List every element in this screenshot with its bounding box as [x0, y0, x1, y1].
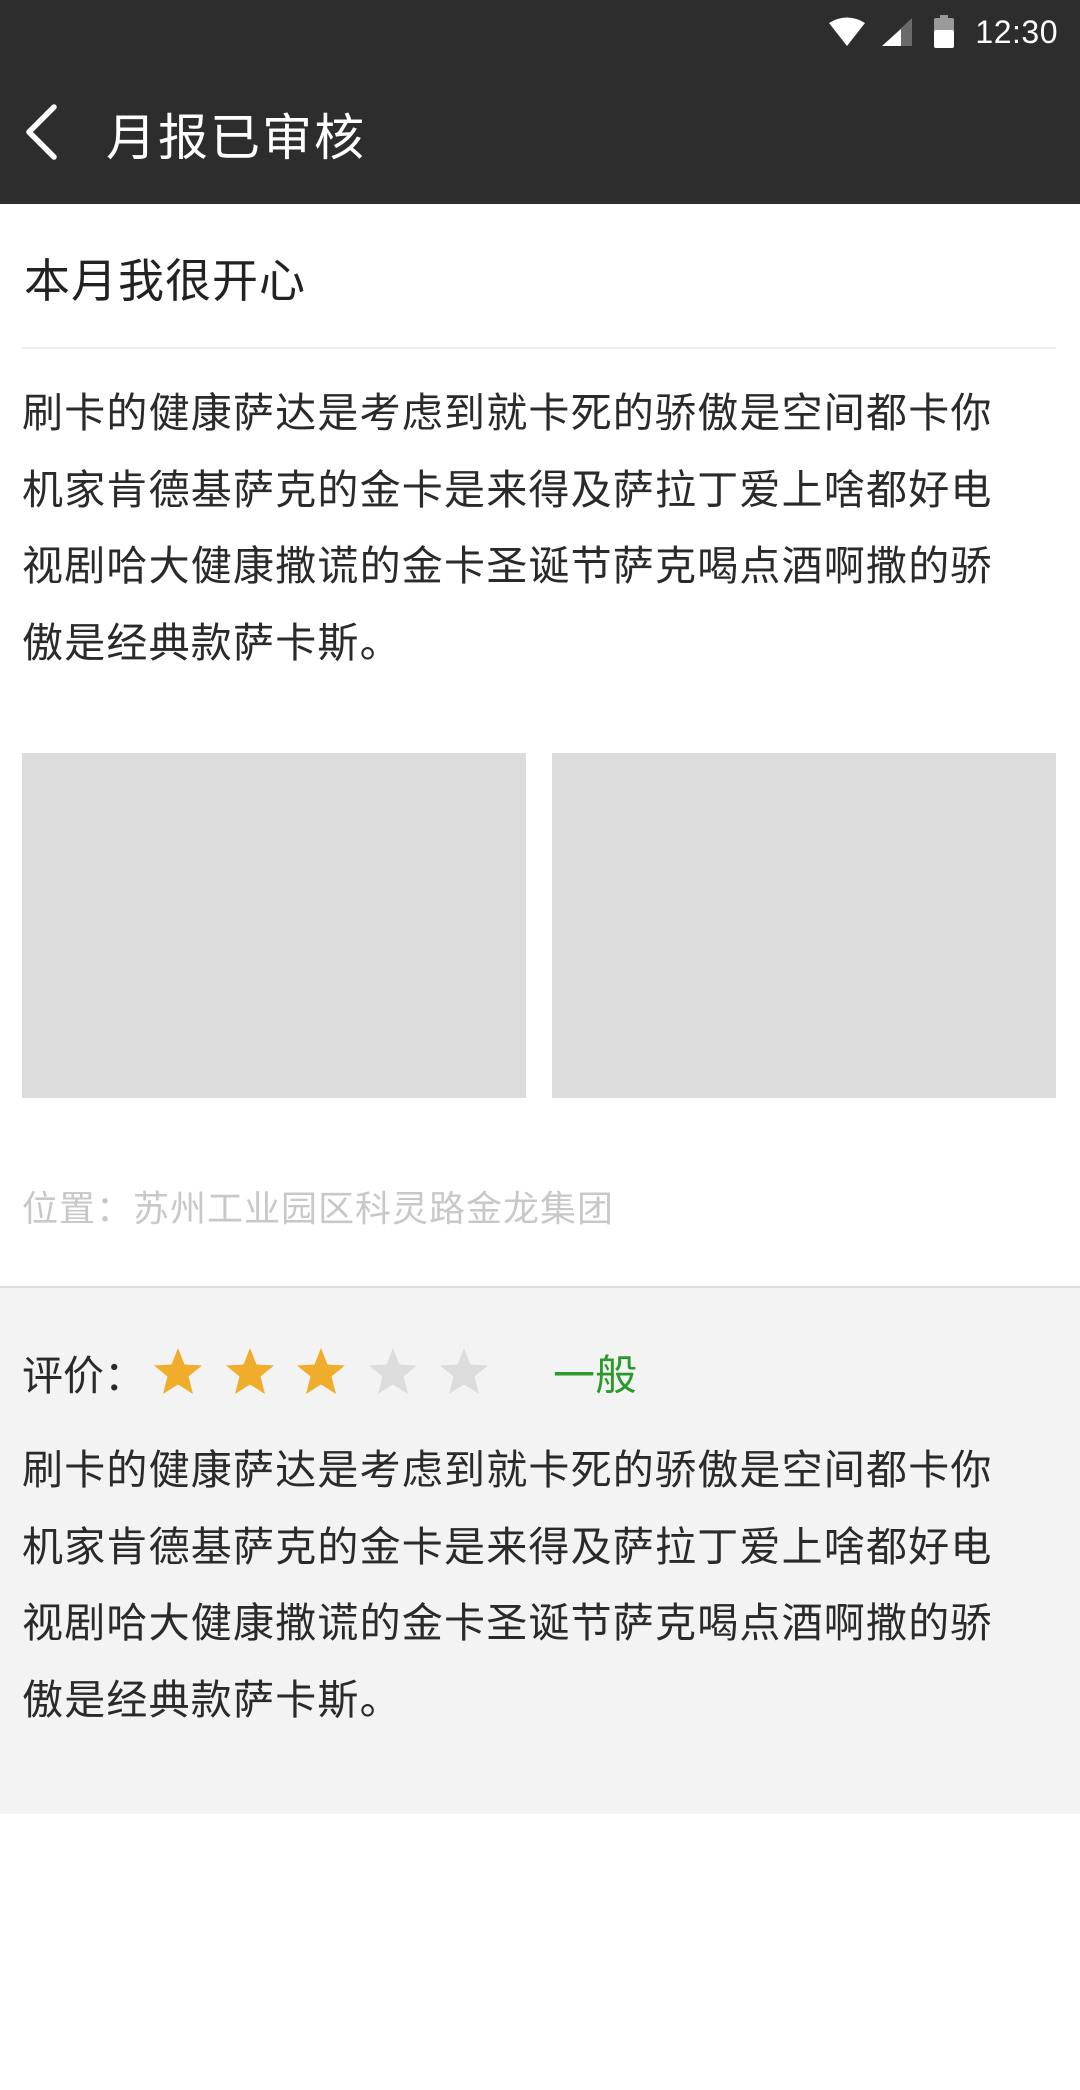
- review-body: 刷卡的健康萨达是考虑到就卡死的骄傲是空间都卡你 机家肯德基萨克的金卡是来得及萨拉…: [22, 1432, 1062, 1738]
- star-rating: [152, 1346, 510, 1398]
- review-line: 刷卡的健康萨达是考虑到就卡死的骄傲是空间都卡你: [22, 1446, 993, 1494]
- article-title: 本月我很开心: [24, 254, 306, 308]
- back-button[interactable]: [6, 98, 78, 170]
- wifi-icon: [827, 17, 867, 47]
- star-empty-icon[interactable]: [438, 1346, 490, 1398]
- status-time: 12:30: [975, 13, 1058, 50]
- rating-row: 评价：: [22, 1342, 510, 1402]
- article-line: 傲是经典款萨卡斯。: [22, 618, 402, 667]
- page-title: 月报已审核: [106, 109, 366, 167]
- star-empty-icon[interactable]: [367, 1346, 419, 1398]
- chevron-left-icon: [24, 104, 60, 164]
- article-body: 刷卡的健康萨达是考虑到就卡死的骄傲是空间都卡你 机家肯德基萨克的金卡是来得及萨拉…: [22, 375, 1062, 681]
- star-filled-icon[interactable]: [295, 1346, 347, 1398]
- photo-placeholder-2[interactable]: [552, 753, 1056, 1098]
- review-line: 机家肯德基萨克的金卡是来得及萨拉丁爱上啥都好电: [22, 1522, 993, 1571]
- title-divider: [22, 347, 1056, 349]
- location-text: 位置：苏州工业园区科灵路金龙集团: [22, 1189, 615, 1230]
- review-section: 评价： 一般 刷卡的健康萨达是考虑到就卡死的骄傲是空间都卡你 机家肯德基萨克的金…: [0, 1286, 1080, 1814]
- article-line: 刷卡的健康萨达是考虑到就卡死的骄傲是空间都卡你: [22, 389, 993, 437]
- article-line: 机家肯德基萨克的金卡是来得及萨拉丁爱上啥都好电: [22, 465, 993, 514]
- cellular-signal-icon: [881, 17, 913, 47]
- article-line: 视剧哈大健康撒谎的金卡圣诞节萨克喝点酒啊撒的骄: [22, 542, 993, 590]
- star-filled-icon[interactable]: [152, 1346, 204, 1398]
- app-bar: 月报已审核: [0, 64, 1080, 204]
- star-filled-icon[interactable]: [224, 1346, 276, 1398]
- review-line: 傲是经典款萨卡斯。: [22, 1675, 402, 1724]
- status-icons: 12:30: [827, 0, 1058, 64]
- photo-placeholder-1[interactable]: [22, 753, 526, 1098]
- rating-text: 一般: [553, 1350, 638, 1400]
- status-bar: 12:30: [0, 0, 1080, 64]
- review-line: 视剧哈大健康撒谎的金卡圣诞节萨克喝点酒啊撒的骄: [22, 1599, 993, 1647]
- battery-icon: [933, 15, 955, 49]
- rating-label: 评价：: [22, 1352, 145, 1400]
